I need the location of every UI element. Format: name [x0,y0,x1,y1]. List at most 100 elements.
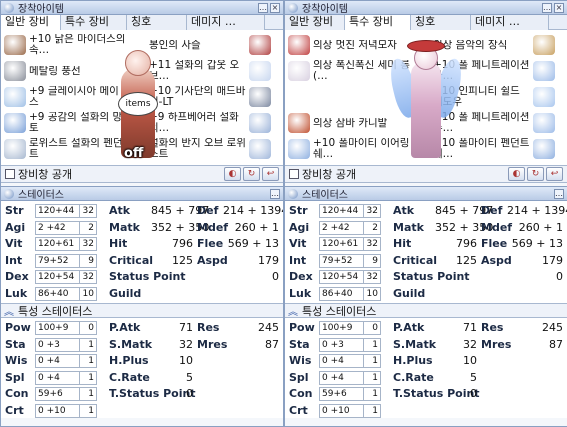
tab-2[interactable]: 칭호 [411,15,471,30]
tab-3[interactable]: 데미지 … [187,15,265,30]
equip-slot-left[interactable]: 메탈링 풍선 [4,58,126,84]
close-button[interactable]: × [270,2,280,13]
derived-stat-value: 796 [456,237,477,250]
trait-derived-value: 10 [179,354,193,367]
trait-label: Con [289,387,313,400]
trait-stats-header[interactable]: ︽ 특성 스테이터스 [285,303,567,318]
minimize-button[interactable]: … [270,188,280,199]
costume-toggle-button[interactable]: ◐ [224,167,241,181]
trait-derived-value: 32 [179,337,193,351]
window-icon [4,2,14,13]
trait-label: Spl [5,370,25,384]
derived-stat-label-right: Flee [197,237,224,250]
stat-raise-cost: 9 [364,253,381,268]
trait-value: 0 +4 [319,370,364,385]
equip-slot-left[interactable]: +9 공감의 설화의 망토 [4,110,126,136]
trait-derived-label-right: Res [481,321,504,334]
minimize-button[interactable]: … [554,188,564,199]
tab-0[interactable]: 일반 장비 [1,15,61,30]
equip-bottom-bar: 장비창 공개 ◐ ↻ ↩ [1,166,283,183]
character-hat [407,40,445,52]
trait-derived-value: 0 [186,387,193,400]
derived-stat-value: 125 [456,253,477,267]
close-button[interactable]: × [554,2,564,13]
equip-titlebar[interactable]: 장착아이템 … × [285,1,567,15]
stat-raise-cost: 32 [80,270,97,284]
derived-stat-label: Matk [393,220,424,234]
equip-slot-name: +9 공감의 설화의 망토 [29,112,123,134]
collapse-chevron-icon[interactable]: ︽ [288,303,298,318]
tab-0[interactable]: 일반 장비 [285,15,345,30]
stat-label: Agi [289,220,310,234]
trait-label: Crt [289,403,308,417]
trait-stats-title: 특성 스테이터스 [18,304,93,318]
equip-slot-right[interactable]: +9 하프베어러 설화의… [149,110,271,136]
derived-stat-value-right: 179 [258,253,279,267]
stat-label: Vit [289,237,307,250]
collapse-chevron-icon[interactable]: ︽ [4,303,14,318]
equip-slot-left[interactable]: +10 폴마이티 이어링 쉐… [288,136,410,162]
stat-raise-cost: 2 [80,220,97,235]
swap-button[interactable]: ↻ [527,167,544,181]
equip-slot-right[interactable]: 봉인의 사슬 [149,32,271,58]
return-button[interactable]: ↩ [546,167,563,181]
trait-value: 0 +4 [35,354,80,368]
tab-1[interactable]: 특수 장비 [345,15,411,30]
stat-value: 86+40 [319,286,364,301]
stats-titlebar[interactable]: 스테이터스 … [285,186,567,201]
return-button[interactable]: ↩ [262,167,279,181]
equip-slot-right[interactable]: +10 기사단의 매드바니-LT [149,84,271,110]
stat-row: Agi 2 +42 2 Matk 352 + 350 Mdef 260 + 1 [1,220,283,236]
trait-value: 0 +3 [319,337,364,352]
trait-label: Sta [5,337,26,351]
trait-row: Con 59+6 1 T.Status Point 0 [1,386,283,402]
derived-stat-label-right: Flee [481,237,508,250]
show-equipment-checkbox[interactable] [5,169,15,179]
trait-raise-cost: 0 [80,321,97,335]
derived-stat-label: Status Point [109,270,186,283]
swap-button[interactable]: ↻ [243,167,260,181]
base-stats: Str 120+44 32 Atk 845 + 797 Def 214 + 13… [1,201,283,303]
equip-slot-left[interactable]: +9 글레이시아 메이스 [4,84,126,110]
show-equipment-checkbox[interactable] [289,169,299,179]
equip-slot-right[interactable]: 설화의 반지 오브 로위스트 [149,136,271,162]
shadow-armor-icon [533,61,555,81]
minimize-button[interactable]: … [258,2,268,13]
stats-titlebar[interactable]: 스테이터스 … [1,186,283,201]
equipment-status-window-left: 장착아이템 … × 일반 장비 특수 장비 칭호 데미지 … +10 낡은 마이더스의… [0,0,284,427]
equip-slot-left[interactable]: +10 낡은 마이더스의 속… [4,32,126,58]
ring-icon [249,139,271,159]
stat-row: Str 120+44 32 Atk 845 + 797 Def 214 + 13… [1,203,283,219]
derived-stat-value: 352 + 350 [151,220,210,234]
derived-stat-label: Atk [393,204,415,217]
trait-row: Wis 0 +4 1 H.Plus 10 [285,353,567,369]
equip-slot-left[interactable]: 의상 멋진 저녁모자 [288,32,410,58]
trait-derived-value-right: 245 [258,321,279,334]
window-icon [288,188,298,199]
equip-slot-left[interactable]: 의상 삼바 카니발 [288,110,410,136]
derived-stat-label: Hit [109,237,128,250]
equip-slot-name: +10 낡은 마이더스의 속… [29,34,126,56]
derived-stat-value: 125 [172,253,193,267]
stat-raise-cost: 32 [364,237,381,251]
tab-1[interactable]: 특수 장비 [61,15,127,30]
tab-3[interactable]: 데미지 … [471,15,549,30]
helm-icon [4,35,26,55]
garment-icon [4,113,26,133]
costume-icon [288,113,310,133]
derived-stat-label: Status Point [393,270,470,283]
derived-stat-value-right: 569 + 13 [227,237,279,250]
stats-window-title: 스테이터스 [302,190,348,201]
trait-raise-cost: 0 [364,321,381,335]
stat-row: Str 120+44 32 Atk 845 + 797 Def 214 + 13… [285,203,567,219]
equip-slot-right[interactable]: +11 설화의 갑옷 오브… [149,58,271,84]
equip-slot-left[interactable]: 로위스트 설화의 펜던트 [4,136,126,162]
equip-titlebar[interactable]: 장착아이템 … × [1,1,283,15]
stat-value: 120+54 [35,270,80,284]
minimize-button[interactable]: … [542,2,552,13]
trait-label: Con [5,387,29,400]
trait-stats-header[interactable]: ︽ 특성 스테이터스 [1,303,283,318]
costume-toggle-button[interactable]: ◐ [508,167,525,181]
derived-stat-label-right: Def [481,204,503,217]
tab-2[interactable]: 칭호 [127,15,187,30]
